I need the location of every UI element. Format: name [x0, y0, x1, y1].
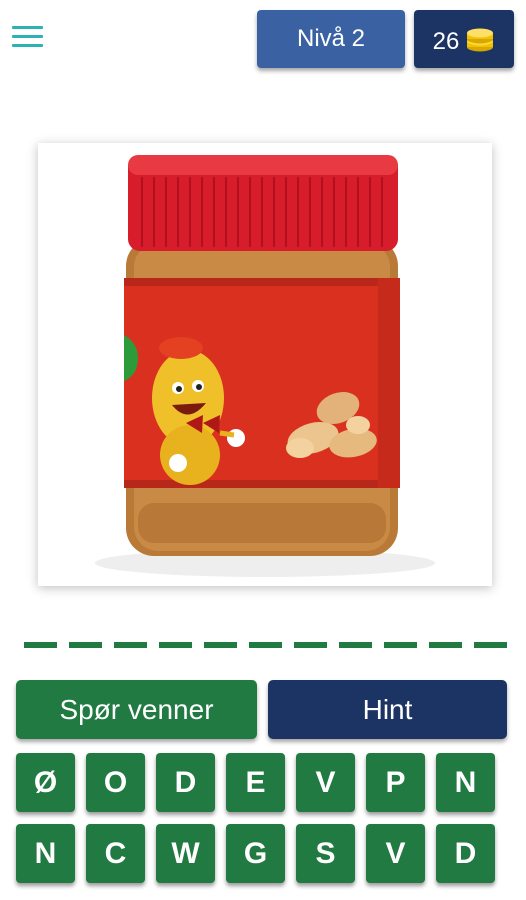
- letter-key[interactable]: D: [436, 824, 495, 883]
- answer-slot[interactable]: [24, 642, 57, 648]
- letter-key[interactable]: V: [296, 753, 355, 812]
- answer-slot[interactable]: [69, 642, 102, 648]
- letter-keyboard: Ø O D E V P N N C W G S V D: [16, 753, 500, 883]
- puzzle-picture: [38, 143, 492, 586]
- letter-key[interactable]: N: [16, 824, 75, 883]
- letter-key[interactable]: D: [156, 753, 215, 812]
- coins-button[interactable]: 26: [414, 10, 514, 68]
- peanut-butter-jar-image: [95, 155, 435, 577]
- answer-slot[interactable]: [159, 642, 192, 648]
- letter-key[interactable]: G: [226, 824, 285, 883]
- answer-slot[interactable]: [294, 642, 327, 648]
- answer-slot[interactable]: [474, 642, 507, 648]
- answer-slot[interactable]: [339, 642, 372, 648]
- menu-bar: [12, 35, 43, 38]
- hint-button[interactable]: Hint: [268, 680, 507, 739]
- menu-bar: [12, 44, 43, 47]
- letter-key[interactable]: V: [366, 824, 425, 883]
- level-label: Nivå 2: [296, 25, 366, 52]
- letter-key[interactable]: N: [436, 753, 495, 812]
- menu-bar: [12, 26, 43, 29]
- letter-key[interactable]: P: [366, 753, 425, 812]
- letter-key[interactable]: C: [86, 824, 145, 883]
- answer-slots: [24, 642, 507, 648]
- letter-key[interactable]: E: [226, 753, 285, 812]
- ask-friends-button[interactable]: Spør venner: [16, 680, 257, 739]
- ask-friends-label: Spør venner: [59, 693, 214, 725]
- coin-stack-icon: [467, 28, 494, 52]
- answer-slot[interactable]: [114, 642, 147, 648]
- answer-slot[interactable]: [249, 642, 282, 648]
- letter-key[interactable]: Ø: [16, 753, 75, 812]
- coin-count: 26: [432, 28, 460, 55]
- letter-key[interactable]: W: [156, 824, 215, 883]
- level-button[interactable]: Nivå 2: [257, 10, 405, 68]
- letter-key[interactable]: O: [86, 753, 145, 812]
- answer-slot[interactable]: [204, 642, 237, 648]
- hint-label: Hint: [362, 693, 413, 725]
- hamburger-menu-icon[interactable]: [12, 24, 44, 50]
- letter-key[interactable]: S: [296, 824, 355, 883]
- answer-slot[interactable]: [429, 642, 462, 648]
- answer-slot[interactable]: [384, 642, 417, 648]
